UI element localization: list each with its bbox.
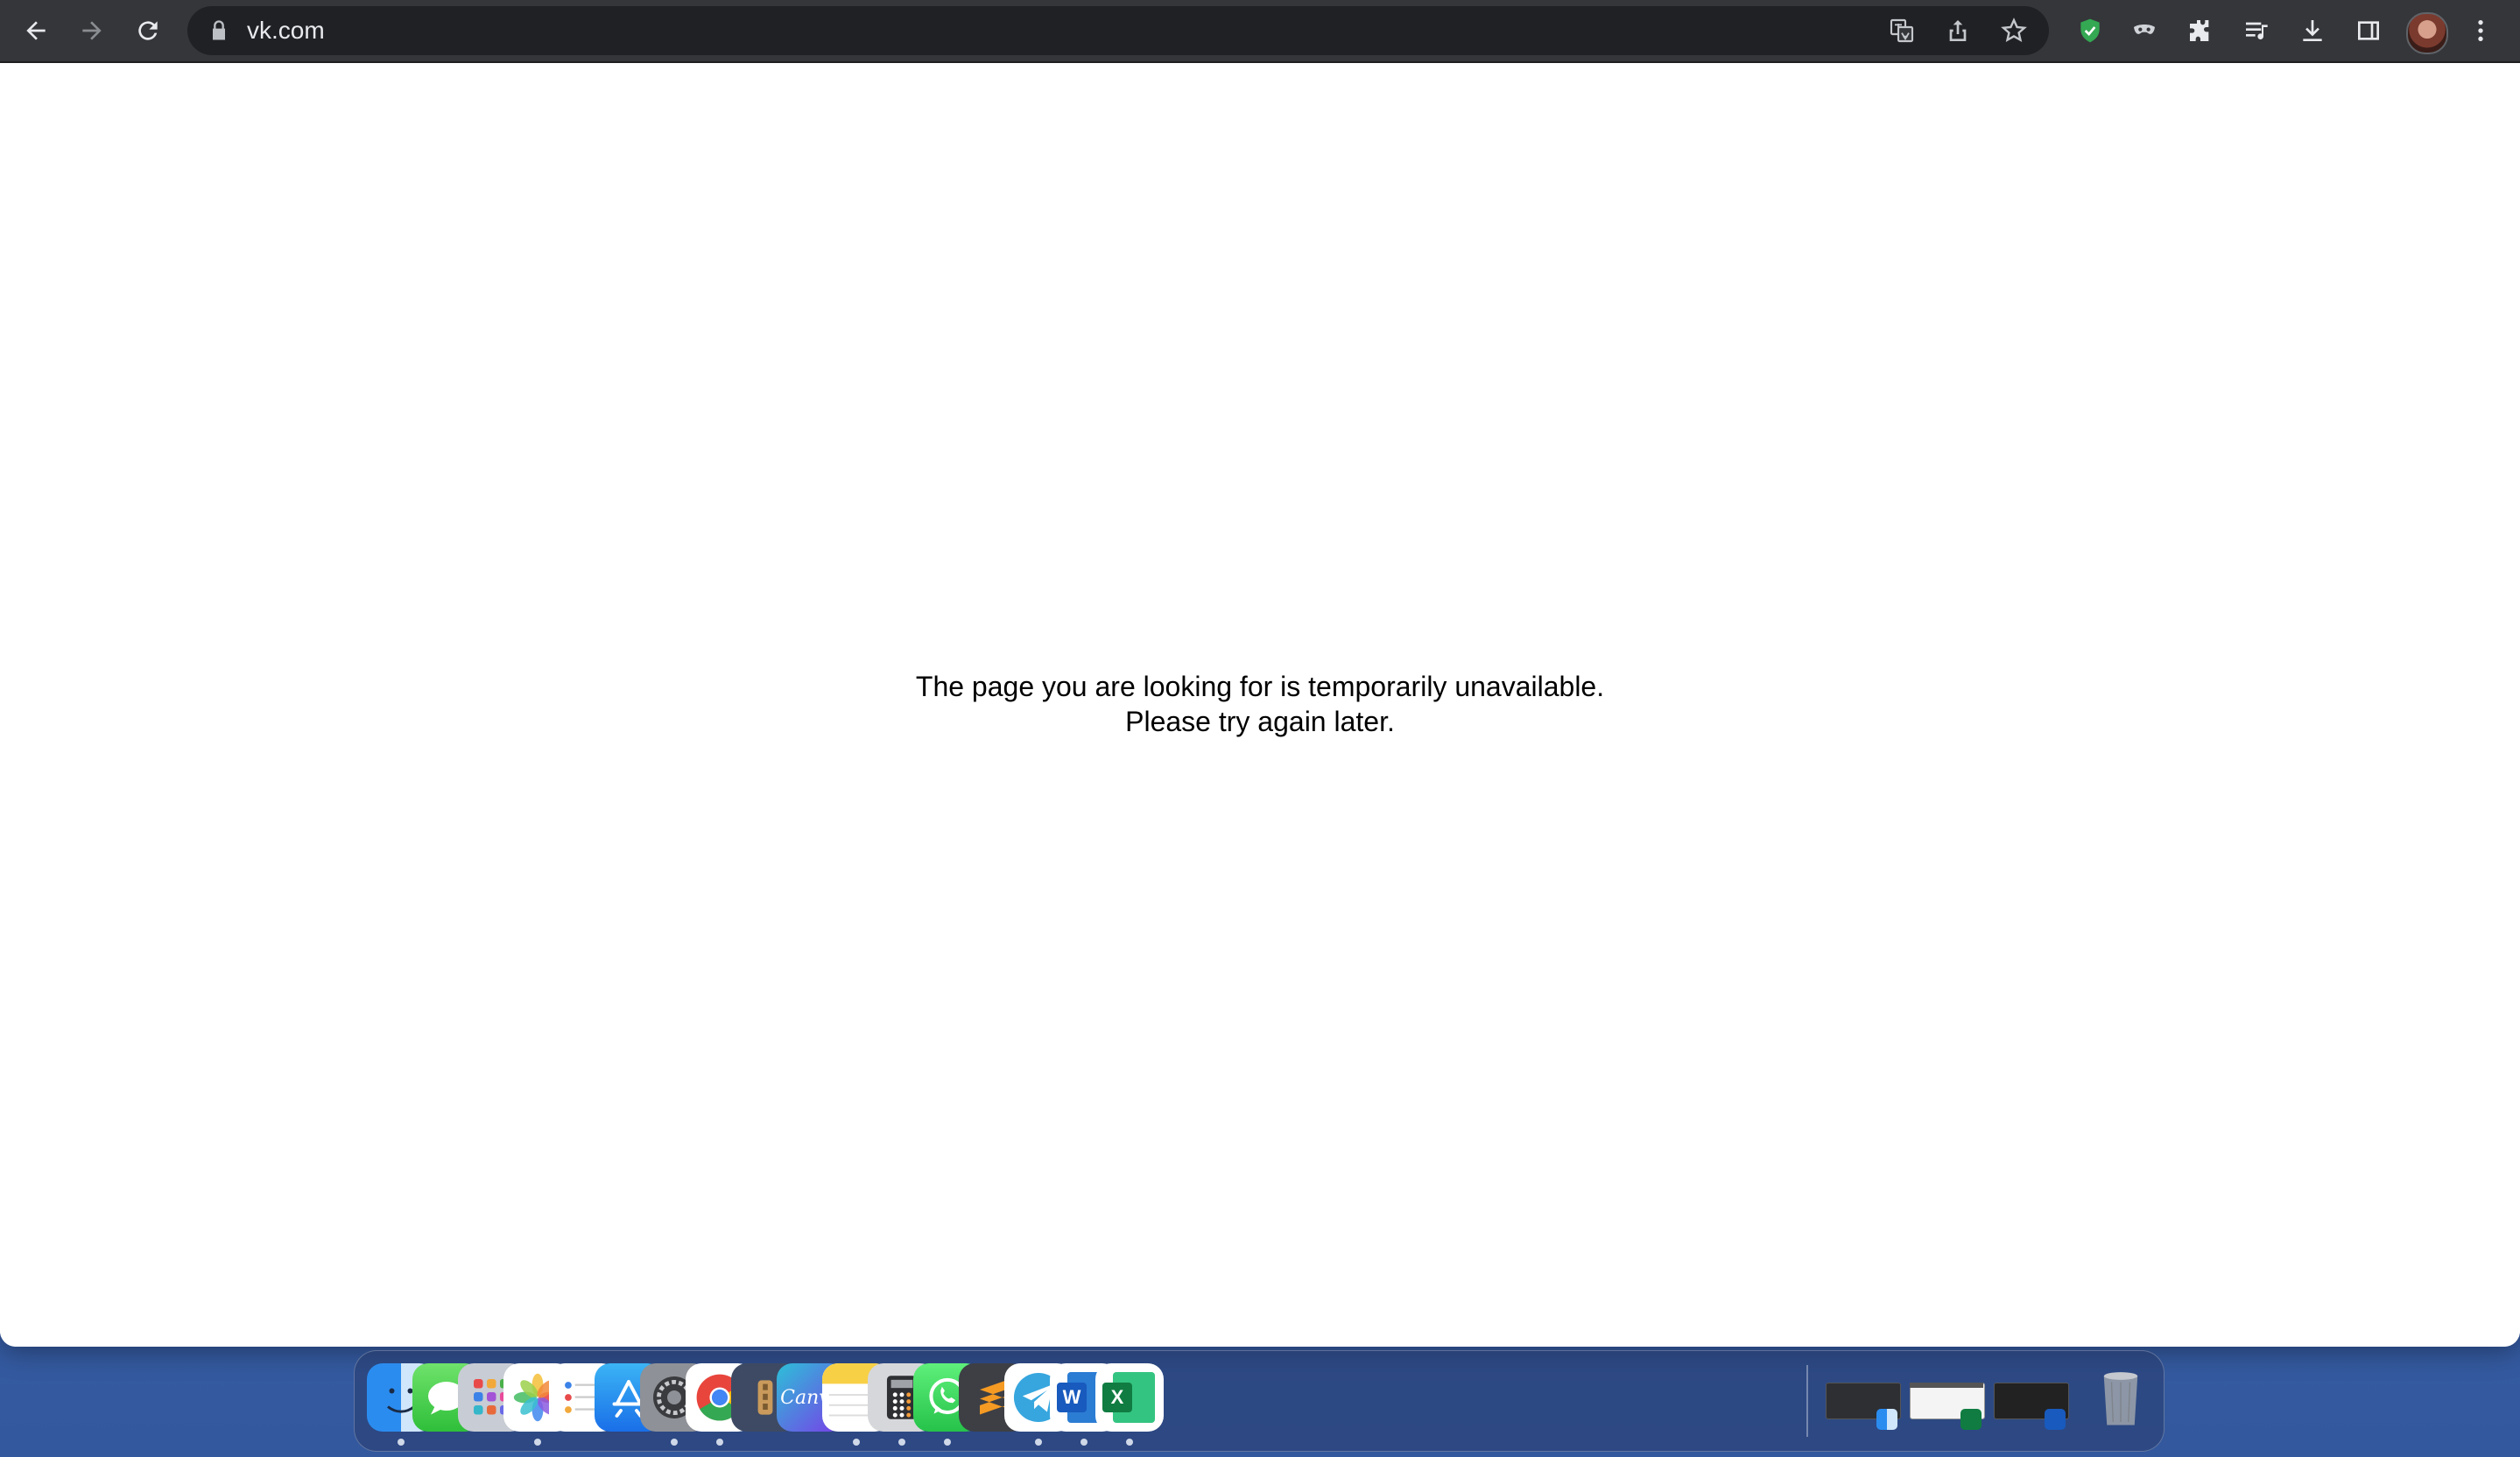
running-indicator [1035,1439,1042,1446]
dock-divider [1806,1365,1808,1437]
browser-window: vk.com The page you are looking for is t… [0,0,2520,1347]
extensions-puzzle-icon[interactable] [2179,9,2222,53]
error-message: The page you are looking for is temporar… [0,669,2520,739]
more-menu-icon[interactable] [2459,9,2502,53]
url-text[interactable]: vk.com [247,6,325,55]
profile-avatar[interactable] [2406,12,2448,54]
address-bar[interactable]: vk.com [187,6,2049,55]
error-message-line1: The page you are looking for is temporar… [915,671,1605,702]
running-indicator [853,1439,860,1446]
dock: Canva W X [354,1350,2165,1452]
side-panel-icon[interactable] [2347,9,2390,53]
word-label: W [1062,1386,1081,1408]
media-queue-icon[interactable] [2235,9,2278,53]
download-icon[interactable] [2291,9,2334,53]
forward-icon[interactable] [70,9,114,53]
running-indicator [1126,1439,1133,1446]
minimized-excel-window[interactable] [1910,1363,1985,1432]
lock-icon[interactable] [207,18,231,43]
running-indicator [534,1439,541,1446]
running-indicator [944,1439,951,1446]
back-icon[interactable] [14,9,58,53]
bookmark-star-icon[interactable] [1998,15,2030,46]
page-content: The page you are looking for is temporar… [0,63,2520,1347]
running-indicator [716,1439,723,1446]
excel-icon[interactable]: X [1095,1363,1164,1432]
browser-toolbar: vk.com [0,0,2520,63]
minimized-finder-window[interactable] [1826,1363,1901,1432]
trash-icon[interactable] [2087,1363,2155,1432]
mask-extension-icon[interactable] [2122,9,2166,53]
excel-label: X [1110,1386,1124,1408]
running-indicator [398,1439,405,1446]
running-indicator [898,1439,905,1446]
reload-icon[interactable] [126,9,170,53]
translate-icon[interactable] [1886,15,1918,46]
share-icon[interactable] [1942,15,1974,46]
minimized-word-window[interactable] [1994,1363,2069,1432]
running-indicator [1081,1439,1088,1446]
shield-extension-icon[interactable] [2068,9,2112,53]
error-message-line2: Please try again later. [1125,706,1395,737]
running-indicator [671,1439,678,1446]
